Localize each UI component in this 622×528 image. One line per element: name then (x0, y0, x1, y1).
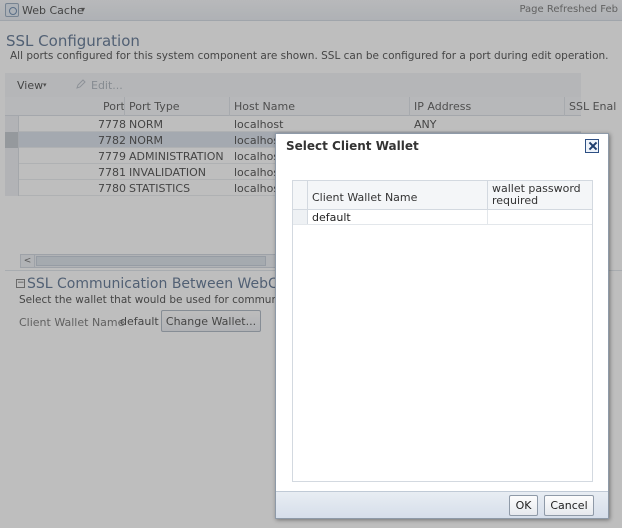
wallet-row[interactable]: default (293, 210, 592, 225)
wallet-table-header: Client Wallet Name wallet password requi… (293, 181, 592, 210)
ok-button[interactable]: OK (509, 495, 538, 516)
close-icon[interactable] (585, 139, 599, 153)
cancel-button[interactable]: Cancel (544, 495, 594, 516)
row-header[interactable] (293, 210, 308, 224)
dialog-footer: OK Cancel (276, 491, 608, 518)
column-header-client-wallet-name[interactable]: Client Wallet Name (312, 191, 417, 204)
column-header-wallet-password-required[interactable]: wallet password required (492, 183, 587, 207)
wallet-table: Client Wallet Name wallet password requi… (292, 180, 593, 482)
cell-wallet-name: default (312, 211, 351, 224)
dialog-title: Select Client Wallet (286, 139, 419, 153)
select-client-wallet-dialog: Select Client Wallet Client Wallet Name … (275, 133, 609, 519)
